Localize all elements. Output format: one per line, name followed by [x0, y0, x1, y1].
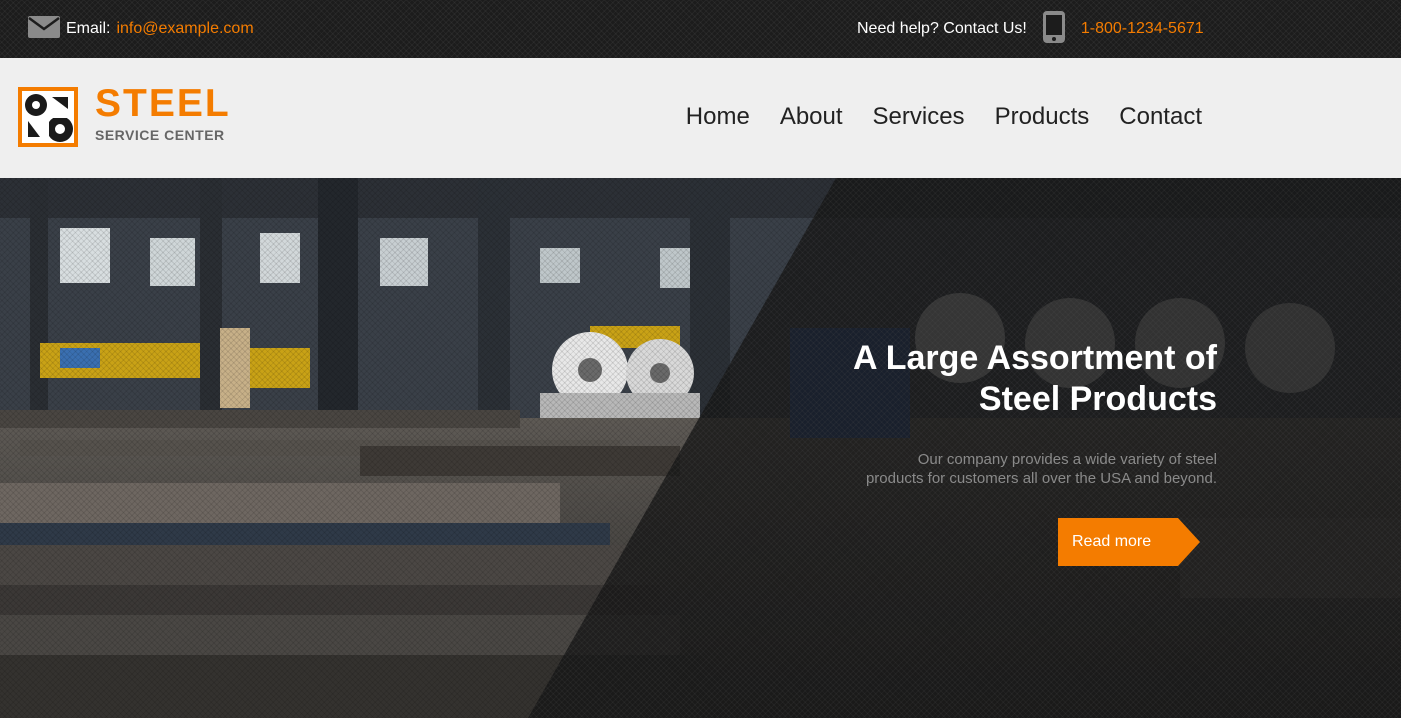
hero-title-line2: Steel Products	[978, 380, 1217, 418]
hero-title-line1: A Large Assortment of	[853, 339, 1217, 377]
hero-description: Our company provides a wide variety of s…	[797, 450, 1217, 488]
nav-item-products[interactable]: Products	[995, 103, 1090, 131]
nav-item-home[interactable]: Home	[686, 103, 750, 131]
nav-item-contact[interactable]: Contact	[1119, 103, 1202, 131]
hero-slider: A Large Assortment of Steel Products Our…	[0, 178, 1401, 718]
help-info: Need help? Contact Us! 1-800-1234-5671	[857, 10, 1204, 48]
nav-item-about[interactable]: About	[780, 103, 843, 131]
site-header: STEEL SERVICE CENTER Home About Services…	[0, 58, 1401, 178]
email-link[interactable]: info@example.com	[116, 20, 253, 38]
top-bar: Email: info@example.com Need help? Conta…	[0, 0, 1401, 58]
email-label: Email:	[66, 20, 111, 37]
nav-item-services[interactable]: Services	[873, 103, 965, 131]
hero-title: A Large Assortment of Steel Products	[617, 338, 1217, 420]
logo[interactable]: STEEL SERVICE CENTER	[18, 82, 231, 147]
mobile-phone-icon	[1042, 10, 1065, 48]
main-nav: Home About Services Products Contact	[686, 103, 1202, 131]
logo-title: STEEL	[95, 82, 231, 125]
phone-link[interactable]: 1-800-1234-5671	[1081, 20, 1204, 38]
envelope-icon	[28, 15, 60, 43]
gear-logo-icon	[18, 87, 78, 147]
help-text: Need help? Contact Us!	[857, 20, 1027, 37]
hero-description-line2: products for customers all over the USA …	[865, 470, 1217, 487]
email-info: Email: info@example.com	[28, 15, 254, 43]
read-more-button[interactable]: Read more	[1058, 518, 1200, 566]
logo-subtitle: SERVICE CENTER	[95, 127, 225, 143]
hero-description-line1: Our company provides a wide variety of s…	[917, 451, 1217, 468]
